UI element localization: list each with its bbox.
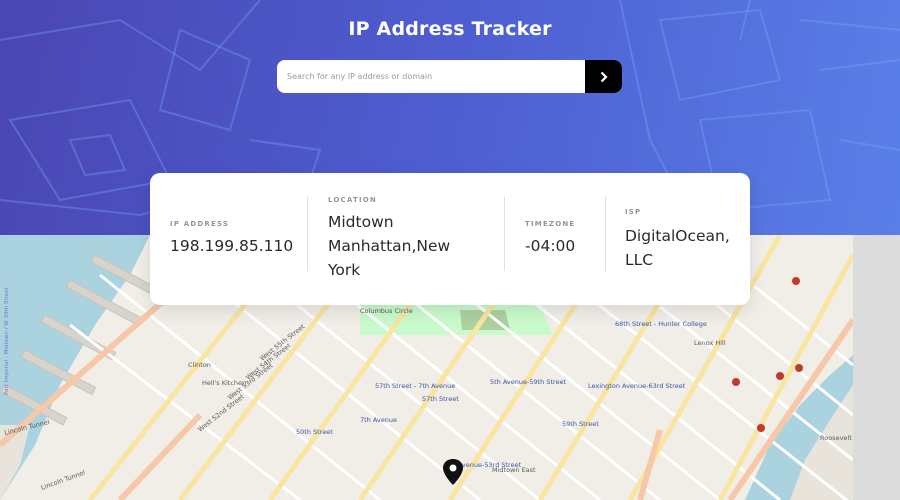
search-bar <box>277 60 622 93</box>
ip-address-label: IP ADDRESS <box>170 220 230 228</box>
map-label: Hell's Kitchen <box>202 379 246 387</box>
location-line: York <box>328 261 361 279</box>
isp-label: ISP <box>625 208 642 216</box>
map-label: Columbus Circle <box>360 307 413 315</box>
timezone-value: -04:00 <box>525 237 576 255</box>
location-section: LOCATION Midtown Manhattan,New York <box>308 173 505 282</box>
isp-line: DigitalOcean, <box>625 227 730 245</box>
page-title: IP Address Tracker <box>348 18 552 40</box>
isp-line: LLC <box>625 251 654 269</box>
map-label: Lincoln Tunnel <box>40 468 86 491</box>
location-label: LOCATION <box>328 196 377 204</box>
map-label: 68th Street - Hunter College <box>615 320 707 328</box>
map-label: Midtown East <box>492 466 536 474</box>
isp-section: ISP DigitalOcean, LLC <box>605 173 750 272</box>
search-input[interactable] <box>277 60 585 93</box>
map-label: 5th Avenue-59th Street <box>490 378 567 386</box>
search-submit-button[interactable] <box>585 60 622 93</box>
timezone-label: TIMEZONE <box>525 220 576 228</box>
ip-address-section: IP ADDRESS 198.199.85.110 <box>150 173 308 258</box>
map-label: 7th Avenue <box>360 416 397 424</box>
map-label: 50th Street <box>296 428 333 436</box>
map-label: Clinton <box>188 361 211 369</box>
map-label: West 52nd Street <box>196 392 246 433</box>
timezone-section: TIMEZONE -04:00 <box>505 173 605 258</box>
ip-info-card: IP ADDRESS 198.199.85.110 LOCATION Midto… <box>150 173 750 305</box>
map-side-panel <box>853 235 900 500</box>
isp-value: DigitalOcean, LLC <box>625 224 750 272</box>
map-label: 57th Street <box>422 395 459 403</box>
location-line: Midtown <box>328 213 394 231</box>
map-label: Lenox Hill <box>694 339 726 347</box>
map-label: 59th Street <box>562 420 599 428</box>
ip-address-value: 198.199.85.110 <box>170 237 294 255</box>
map-label: 57th Street - 7th Avenue <box>375 382 455 390</box>
map-label: Lexington Avenue-63rd Street <box>588 382 686 390</box>
location-line: Manhattan,New <box>328 237 451 255</box>
map-label: Roosevelt Island <box>820 434 853 442</box>
map-label: Port Imperial - Midtown / W 39th Street <box>4 287 10 395</box>
chevron-right-icon <box>600 71 608 82</box>
location-value: Midtown Manhattan,New York <box>328 210 505 282</box>
